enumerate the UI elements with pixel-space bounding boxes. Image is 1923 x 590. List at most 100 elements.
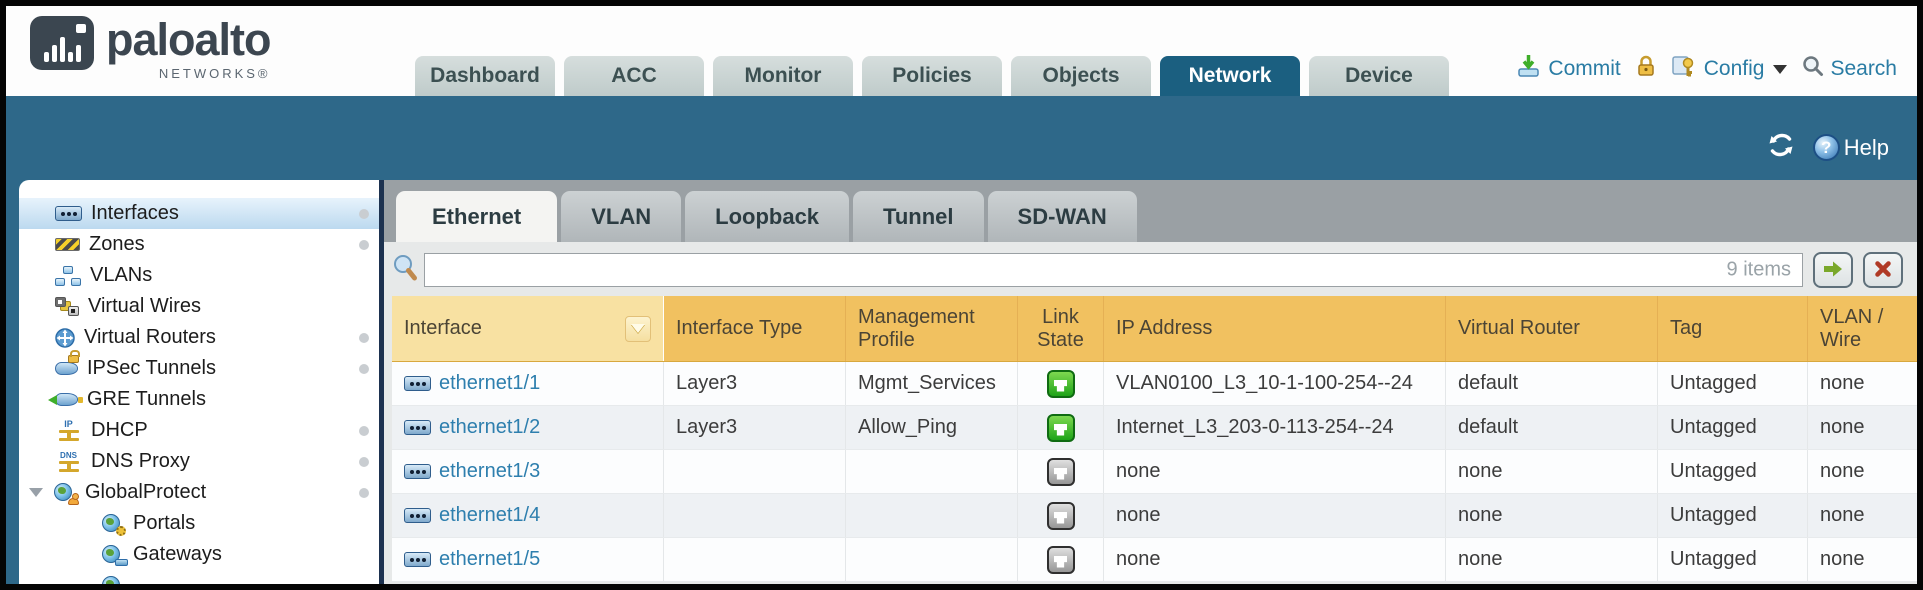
sidebar-item-vlans[interactable]: VLANs xyxy=(19,260,379,291)
main-nav: Dashboard ACC Monitor Policies Objects N… xyxy=(415,56,1449,96)
tab-policies[interactable]: Policies xyxy=(862,56,1002,96)
tab-tunnel[interactable]: Tunnel xyxy=(853,191,983,242)
interface-icon xyxy=(404,420,431,435)
green-arrow-icon xyxy=(1822,260,1844,281)
sidebar-item-dns-proxy[interactable]: DNS DNS Proxy xyxy=(19,446,379,477)
partial-icon xyxy=(97,576,124,585)
globalprotect-icon xyxy=(49,483,76,503)
item-dot xyxy=(359,209,369,219)
tab-device[interactable]: Device xyxy=(1309,56,1449,96)
link-state-down-icon xyxy=(1047,458,1075,486)
sidebar-item-gre-tunnels[interactable]: GRE Tunnels xyxy=(19,384,379,415)
sidebar-item-dhcp[interactable]: IP DHCP xyxy=(19,415,379,446)
table-row[interactable]: ethernet1/2 Layer3 Allow_Ping Internet_L… xyxy=(392,406,1917,450)
sidebar-item-gateways[interactable]: Gateways xyxy=(19,539,379,570)
sort-triangle-icon xyxy=(631,324,645,333)
config-menu[interactable]: Config xyxy=(1671,55,1788,84)
table-row[interactable]: ethernet1/3 none none Untagged none xyxy=(392,450,1917,494)
sidebar-item-zones[interactable]: Zones xyxy=(19,229,379,260)
table-row[interactable]: ethernet1/5 none none Untagged none xyxy=(392,538,1917,582)
app-window: paloalto NETWORKS® Dashboard ACC Monitor… xyxy=(0,0,1923,590)
portals-icon xyxy=(97,514,124,534)
sidebar-item-interfaces[interactable]: Interfaces xyxy=(19,198,379,229)
brand-subtitle: NETWORKS® xyxy=(106,66,271,81)
item-dot xyxy=(359,457,369,467)
collapse-arrow-icon[interactable] xyxy=(29,488,43,497)
red-x-icon xyxy=(1873,259,1893,282)
interface-link[interactable]: ethernet1/3 xyxy=(439,460,540,483)
link-state-up-icon xyxy=(1047,414,1075,442)
dns-proxy-icon: DNS xyxy=(55,451,82,472)
sidebar-item-partial[interactable] xyxy=(19,570,379,584)
virtual-wires-icon xyxy=(55,297,79,316)
tab-dashboard[interactable]: Dashboard xyxy=(415,56,555,96)
table-row[interactable]: ethernet1/1 Layer3 Mgmt_Services VLAN010… xyxy=(392,362,1917,406)
tab-network[interactable]: Network xyxy=(1160,56,1300,96)
network-sidebar: Interfaces Zones VLANs Virtual Wires V xyxy=(19,180,379,584)
item-dot xyxy=(359,488,369,498)
table-header: Interface Interface Type Management Prof… xyxy=(392,296,1917,362)
clear-filter-button[interactable] xyxy=(1863,252,1903,288)
sidebar-item-globalprotect[interactable]: GlobalProtect xyxy=(19,477,379,508)
sidebar-item-portals[interactable]: Portals xyxy=(19,508,379,539)
interface-link[interactable]: ethernet1/1 xyxy=(439,372,540,395)
interface-link[interactable]: ethernet1/2 xyxy=(439,416,540,439)
search-button[interactable]: Search xyxy=(1802,55,1897,83)
link-state-down-icon xyxy=(1047,546,1075,574)
filter-input[interactable] xyxy=(424,253,1803,287)
tab-acc[interactable]: ACC xyxy=(564,56,704,96)
tab-vlan[interactable]: VLAN xyxy=(561,191,681,242)
column-interface-type[interactable]: Interface Type xyxy=(664,296,846,361)
table-row[interactable]: ethernet1/4 none none Untagged none xyxy=(392,494,1917,538)
tab-objects[interactable]: Objects xyxy=(1011,56,1151,96)
tab-monitor[interactable]: Monitor xyxy=(713,56,853,96)
header-utilities: Commit Config Search xyxy=(1516,54,1897,84)
lock-icon[interactable] xyxy=(1636,54,1656,84)
sort-dropdown-button[interactable] xyxy=(625,316,651,342)
interface-icon xyxy=(404,508,431,523)
filter-search-icon xyxy=(392,254,418,287)
main-pane: Ethernet VLAN Loopback Tunnel SD-WAN 9 i… xyxy=(384,180,1917,584)
paloalto-logo: paloalto NETWORKS® xyxy=(30,16,271,81)
item-dot xyxy=(359,426,369,436)
link-state-up-icon xyxy=(1047,370,1075,398)
search-icon xyxy=(1802,55,1824,83)
column-link-state[interactable]: Link State xyxy=(1018,296,1104,361)
column-interface[interactable]: Interface xyxy=(392,296,664,361)
item-dot xyxy=(359,333,369,343)
zones-icon xyxy=(55,238,80,251)
interface-icon xyxy=(404,552,431,567)
sidebar-item-ipsec-tunnels[interactable]: IPSec Tunnels xyxy=(19,353,379,384)
sidebar-item-virtual-wires[interactable]: Virtual Wires xyxy=(19,291,379,322)
paloalto-logo-icon xyxy=(30,16,94,70)
column-vlan-wire[interactable]: VLAN / Wire xyxy=(1808,296,1917,361)
column-virtual-router[interactable]: Virtual Router xyxy=(1446,296,1658,361)
column-ip-address[interactable]: IP Address xyxy=(1104,296,1446,361)
interfaces-table: Interface Interface Type Management Prof… xyxy=(392,296,1917,582)
refresh-icon[interactable] xyxy=(1767,132,1795,163)
link-state-down-icon xyxy=(1047,502,1075,530)
secondary-band: ? Help xyxy=(6,96,1917,180)
interface-icon xyxy=(404,464,431,479)
dhcp-icon: IP xyxy=(55,420,82,441)
top-header: paloalto NETWORKS® Dashboard ACC Monitor… xyxy=(6,6,1917,96)
apply-filter-button[interactable] xyxy=(1813,252,1853,288)
config-keys-icon xyxy=(1671,55,1698,84)
gateways-icon xyxy=(97,545,124,565)
brand-name: paloalto xyxy=(106,16,271,64)
interface-link[interactable]: ethernet1/4 xyxy=(439,504,540,527)
interface-link[interactable]: ethernet1/5 xyxy=(439,548,540,571)
sidebar-item-virtual-routers[interactable]: Virtual Routers xyxy=(19,322,379,353)
tab-loopback[interactable]: Loopback xyxy=(685,191,849,242)
commit-button[interactable]: Commit xyxy=(1516,54,1620,84)
items-count: 9 items xyxy=(1727,259,1791,282)
column-management-profile[interactable]: Management Profile xyxy=(846,296,1018,361)
help-link[interactable]: ? Help xyxy=(1813,134,1889,161)
commit-icon xyxy=(1516,54,1542,84)
item-dot xyxy=(359,240,369,250)
gre-tunnels-icon xyxy=(55,393,78,406)
interface-subtabs: Ethernet VLAN Loopback Tunnel SD-WAN xyxy=(384,180,1917,242)
tab-ethernet[interactable]: Ethernet xyxy=(396,191,557,242)
tab-sdwan[interactable]: SD-WAN xyxy=(988,191,1137,242)
column-tag[interactable]: Tag xyxy=(1658,296,1808,361)
